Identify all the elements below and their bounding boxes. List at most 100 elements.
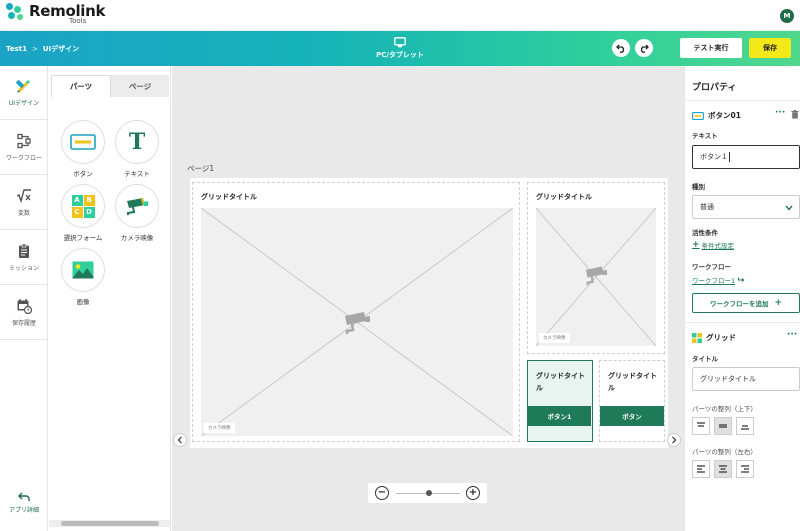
redo-button[interactable] bbox=[635, 39, 653, 57]
camera-icon bbox=[345, 312, 370, 334]
rail-item-mission[interactable]: ミッション bbox=[0, 231, 48, 285]
align-top-button[interactable] bbox=[692, 417, 710, 435]
rail-label: 保存履歴 bbox=[11, 320, 36, 327]
rail-item-ui-design[interactable]: UIデザイン bbox=[0, 66, 48, 120]
zoom-control: − + bbox=[368, 483, 487, 503]
chevron-down-icon bbox=[785, 205, 793, 211]
part-button[interactable]: ボタン bbox=[58, 120, 108, 178]
prev-page-arrow[interactable] bbox=[173, 433, 187, 447]
part-label: ボタン bbox=[73, 170, 93, 178]
next-page-arrow[interactable] bbox=[667, 433, 681, 447]
undo-icon bbox=[616, 44, 625, 53]
page-label: ページ1 bbox=[187, 164, 215, 173]
grid-title: グリッドタイトル bbox=[201, 193, 257, 201]
plus-icon: + bbox=[774, 298, 783, 308]
zoom-slider-handle[interactable] bbox=[426, 490, 432, 496]
rail-item-save-history[interactable]: 保存履歴 bbox=[0, 286, 48, 340]
text-input[interactable]: ボタン１ bbox=[692, 145, 800, 169]
grid-button[interactable]: ボタン bbox=[600, 406, 664, 426]
tab-pages[interactable]: ページ bbox=[111, 75, 169, 97]
rail-label: ミッション bbox=[8, 265, 39, 272]
grid-cell-2[interactable]: グリッドタイトル カメラ映像 bbox=[527, 182, 665, 354]
part-camera[interactable]: カメラ映像 bbox=[112, 184, 162, 242]
align-left-button[interactable] bbox=[692, 460, 710, 478]
add-workflow-label: ワークフローを追加 bbox=[709, 300, 769, 308]
align-right-button[interactable] bbox=[736, 460, 754, 478]
align-vertical-label: パーツの整列（上下） bbox=[692, 405, 757, 413]
workflow-link[interactable]: ワークフロー1 bbox=[692, 275, 745, 285]
select-form-icon: A B C D bbox=[61, 184, 105, 228]
select-letter-b: B bbox=[83, 194, 95, 206]
app-logo[interactable]: Remolink bbox=[6, 2, 106, 21]
camera-placeholder: カメラ映像 bbox=[201, 208, 513, 436]
part-select-form[interactable]: A B C D 選択フォーム bbox=[58, 184, 108, 242]
zoom-out-button[interactable]: − bbox=[375, 486, 389, 500]
grid-cell-3[interactable]: グリッドタイトル ボタン1 bbox=[527, 360, 593, 442]
more-icon[interactable]: ··· bbox=[775, 108, 785, 118]
image-icon bbox=[61, 248, 105, 292]
test-run-button[interactable]: テスト実行 bbox=[680, 38, 742, 58]
condition-link[interactable]: + 条件式設定 bbox=[692, 240, 734, 250]
rail-label: ワークフロー bbox=[5, 155, 42, 162]
part-label: 選択フォーム bbox=[63, 234, 103, 242]
grid-title: グリッドタイトル bbox=[536, 372, 585, 392]
align-horizontal-group bbox=[692, 460, 754, 478]
add-workflow-button[interactable]: ワークフローを追加 + bbox=[692, 293, 800, 313]
divider bbox=[685, 322, 800, 323]
placeholder-tag: カメラ映像 bbox=[539, 333, 570, 343]
breadcrumb-separator: > bbox=[31, 45, 38, 53]
part-label: 画像 bbox=[76, 298, 90, 306]
grid-name: グリッド bbox=[706, 333, 736, 342]
text-input-value: ボタン１ bbox=[700, 153, 728, 161]
grid-cell-4[interactable]: グリッドタイトル ボタン bbox=[599, 360, 665, 442]
align-bottom-button[interactable] bbox=[736, 417, 754, 435]
trash-icon[interactable] bbox=[791, 110, 799, 119]
part-text[interactable]: T テキスト bbox=[112, 120, 162, 178]
properties-panel: プロパティ ボタン01 ··· テキスト ボタン１ 種別 普通 活性条件 + 条… bbox=[684, 66, 800, 531]
align-center-icon bbox=[719, 465, 727, 473]
selected-component-header: ボタン01 bbox=[692, 110, 741, 121]
parts-scrollbar[interactable] bbox=[49, 520, 170, 527]
zoom-in-button[interactable]: + bbox=[466, 486, 480, 500]
align-middle-icon bbox=[719, 424, 727, 428]
grid-button-1[interactable]: ボタン1 bbox=[528, 406, 591, 426]
align-top-icon bbox=[697, 422, 705, 427]
text-icon: T bbox=[115, 120, 159, 164]
camera-placeholder: カメラ映像 bbox=[536, 208, 656, 346]
align-vertical-group bbox=[692, 417, 754, 435]
more-icon[interactable]: ··· bbox=[787, 330, 797, 340]
title-label: タイトル bbox=[692, 355, 718, 363]
pencil-ruler-icon bbox=[16, 79, 30, 93]
user-avatar[interactable]: M bbox=[780, 9, 794, 23]
camera-icon bbox=[115, 184, 159, 228]
align-center-button[interactable] bbox=[714, 460, 732, 478]
tab-parts[interactable]: パーツ bbox=[51, 75, 111, 97]
breadcrumb-app[interactable]: Test1 bbox=[6, 45, 27, 53]
active-condition-label: 活性条件 bbox=[692, 229, 718, 237]
app-details-button[interactable]: アプリ詳細 bbox=[0, 492, 48, 514]
type-select[interactable]: 普通 bbox=[692, 195, 800, 219]
part-image[interactable]: 画像 bbox=[58, 248, 108, 306]
title-input[interactable]: グリッドタイトル bbox=[692, 367, 800, 391]
divider bbox=[685, 100, 800, 101]
align-middle-button[interactable] bbox=[714, 417, 732, 435]
rail-item-workflow[interactable]: ワークフロー bbox=[0, 121, 48, 175]
plus-icon: + bbox=[692, 240, 700, 250]
save-button[interactable]: 保存 bbox=[749, 38, 791, 58]
grid-header: グリッド bbox=[692, 332, 736, 343]
rail-item-variables[interactable]: 変数 bbox=[0, 176, 48, 230]
selected-component-name: ボタン01 bbox=[708, 111, 741, 120]
parts-tabs: パーツ ページ bbox=[51, 75, 169, 97]
workflow-label: ワークフロー bbox=[692, 263, 731, 271]
calendar-history-icon bbox=[17, 299, 32, 314]
app-name: Remolink bbox=[29, 2, 106, 20]
redo-icon bbox=[640, 44, 649, 53]
parts-panel: パーツ ページ ボタン T テキスト A B C D 選択フォーム カメラ映像 bbox=[49, 66, 171, 531]
align-right-icon bbox=[741, 465, 749, 473]
camera-icon bbox=[585, 266, 607, 286]
undo-button[interactable] bbox=[612, 39, 630, 57]
device-switch[interactable]: PC/タブレット bbox=[372, 37, 428, 60]
grid-cell-1[interactable]: グリッドタイトル カメラ映像 bbox=[192, 182, 520, 442]
workflow-link-text: ワークフロー1 bbox=[692, 277, 736, 285]
design-canvas[interactable]: ページ1 グリッドタイトル カメラ映像 グリッドタイトル カメラ映像 グリッドタ… bbox=[172, 66, 684, 531]
